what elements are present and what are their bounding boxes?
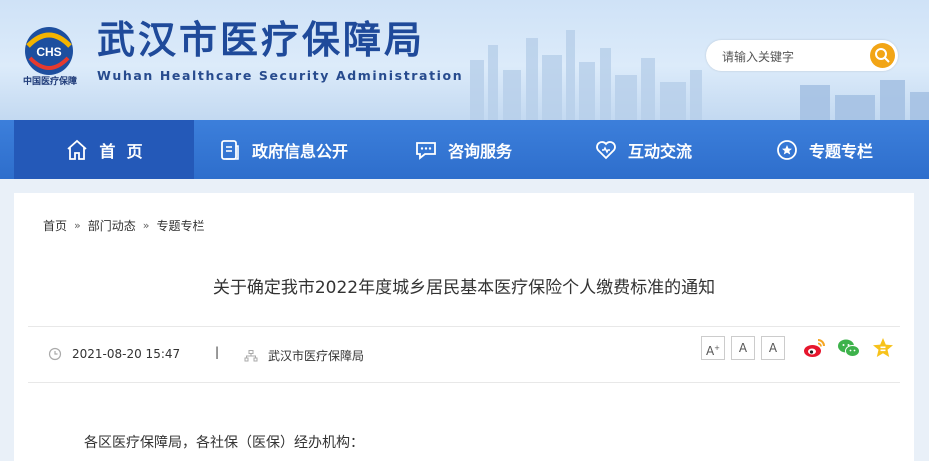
font-size-medium-button[interactable]: A — [731, 336, 755, 360]
breadcrumb-home[interactable]: 首页 — [43, 217, 67, 234]
home-icon — [67, 139, 88, 160]
font-size-small-button[interactable]: A — [761, 336, 785, 360]
search-input[interactable] — [720, 47, 864, 66]
heart-icon — [596, 140, 616, 159]
nav-item-consult[interactable]: 咨询服务 — [414, 120, 512, 179]
article-source: 武汉市医疗保障局 — [244, 347, 364, 364]
logo-text: CHS — [36, 45, 61, 59]
site-title[interactable]: 武汉市医疗保障局 — [97, 18, 425, 62]
search-box — [706, 40, 898, 71]
breadcrumb: 首页 » 部门动态 » 专题专栏 — [43, 217, 205, 234]
plus-icon: + — [714, 344, 721, 352]
weibo-icon[interactable] — [802, 336, 826, 360]
font-size-large-button[interactable]: A+ — [701, 336, 725, 360]
breadcrumb-separator: » — [142, 219, 150, 232]
nav-label: 政府信息公开 — [252, 141, 349, 161]
font-size-label: A — [705, 344, 715, 358]
nav-label: 咨询服务 — [448, 141, 513, 161]
search-button[interactable] — [870, 43, 895, 68]
font-size-label: A — [738, 341, 748, 355]
main-nav: 首 页 政府信息公开 咨询服务 互动交流 专题专栏 — [0, 120, 929, 179]
nav-item-home[interactable]: 首 页 — [14, 120, 194, 179]
nav-item-gov-info[interactable]: 政府信息公开 — [218, 120, 348, 179]
header-banner: CHS 中国医疗保障 武汉市医疗保障局 Wuhan Healthcare Sec… — [0, 0, 929, 120]
chat-icon — [416, 141, 436, 160]
breadcrumb-department-news[interactable]: 部门动态 — [88, 217, 136, 234]
publish-date: 2021-08-20 15:47 — [48, 347, 180, 361]
clock-icon — [48, 347, 62, 361]
search-icon — [875, 48, 890, 63]
article-meta: 2021-08-20 15:47 | 武汉市医疗保障局 A+ A A — [28, 326, 900, 383]
wechat-icon[interactable] — [837, 336, 861, 360]
star-icon — [777, 139, 797, 160]
nav-label: 互动交流 — [628, 141, 693, 161]
breadcrumb-separator: » — [74, 219, 81, 232]
article-title: 关于确定我市2022年度城乡居民基本医疗保险个人缴费标准的通知 — [212, 278, 716, 298]
nav-item-special[interactable]: 专题专栏 — [775, 120, 873, 179]
meta-divider: | — [215, 345, 220, 359]
logo-caption: 中国医疗保障 — [22, 77, 77, 87]
organization-icon — [244, 349, 258, 361]
nav-label: 专题专栏 — [809, 141, 874, 161]
document-icon — [221, 139, 239, 160]
nav-item-interaction[interactable]: 互动交流 — [594, 120, 692, 179]
article-greeting: 各区医疗保障局，各社保（医保）经办机构： — [84, 435, 364, 451]
nav-label: 首 页 — [99, 141, 143, 161]
site-subtitle: Wuhan Healthcare Security Administration — [97, 68, 464, 83]
font-size-label: A — [768, 341, 778, 355]
article-source-text: 武汉市医疗保障局 — [268, 349, 365, 363]
publish-date-text: 2021-08-20 15:47 — [72, 347, 181, 361]
breadcrumb-special-column[interactable]: 专题专栏 — [157, 217, 205, 234]
content-card: 首页 » 部门动态 » 专题专栏 关于确定我市2022年度城乡居民基本医疗保险个… — [14, 193, 914, 461]
favorite-icon[interactable] — [871, 336, 895, 360]
